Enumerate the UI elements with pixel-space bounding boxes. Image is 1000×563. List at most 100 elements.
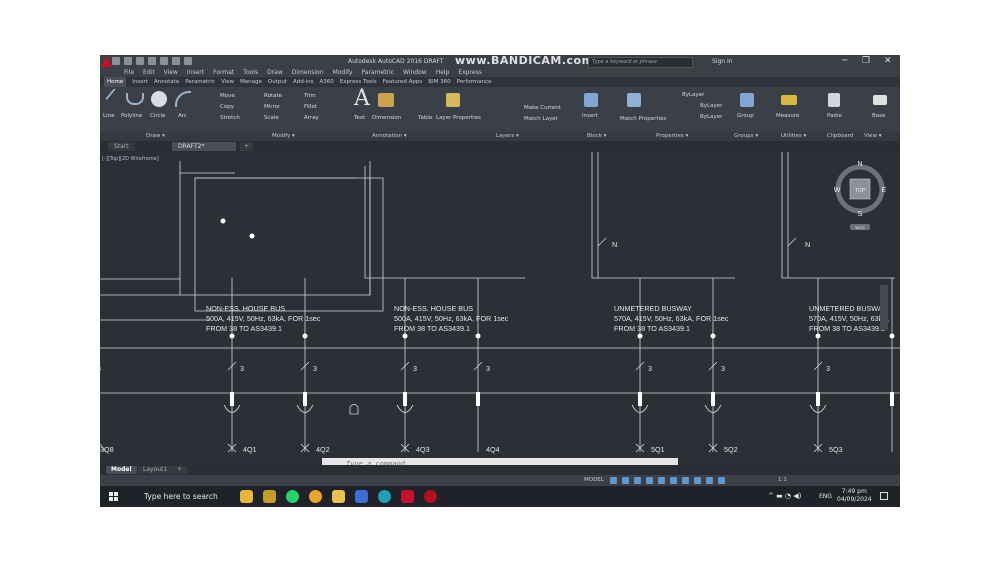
dimension-button[interactable]: Dimension [372, 115, 401, 121]
menu-view[interactable]: View [164, 68, 178, 77]
model-space-button[interactable]: MODEL [584, 475, 604, 486]
panel-utilities[interactable]: Utilities ▾ [781, 132, 806, 141]
linetype-bylayer[interactable]: ByLayer [700, 103, 722, 109]
file-explorer-icon[interactable] [332, 490, 345, 503]
move-button[interactable]: Move [220, 93, 235, 99]
autocad-icon[interactable] [401, 490, 414, 503]
drawing-canvas[interactable]: NON-ESS. HOUSE BUS 500A, 415V, 50Hz, 63k… [100, 152, 900, 465]
panel-view[interactable]: View ▾ [864, 132, 882, 141]
tab-a360[interactable]: A360 [320, 77, 334, 87]
save-icon[interactable] [136, 57, 144, 65]
tab-output[interactable]: Output [268, 77, 287, 87]
menu-help[interactable]: Help [436, 68, 450, 77]
panel-modify[interactable]: Modify ▾ [272, 132, 295, 141]
arc-button[interactable]: Arc [178, 113, 187, 119]
group-button[interactable]: Group [737, 113, 754, 119]
menu-window[interactable]: Window [403, 68, 427, 77]
whatsapp-icon[interactable] [286, 490, 299, 503]
tab-start[interactable]: Start [108, 142, 135, 151]
taskbar-clock[interactable]: 7:49 pm 04/09/2024 [837, 488, 872, 504]
tab-home[interactable]: Home [104, 77, 127, 87]
notification-icon[interactable] [880, 492, 888, 500]
text-button[interactable]: Text [354, 115, 365, 121]
otrack-icon[interactable] [670, 477, 677, 484]
paste-icon[interactable] [828, 93, 840, 107]
layer-properties-icon[interactable] [446, 93, 460, 107]
lineweight-icon[interactable] [682, 477, 689, 484]
base-view-icon[interactable] [873, 95, 887, 105]
line-button[interactable]: Line [103, 113, 114, 119]
measure-icon[interactable] [781, 95, 797, 105]
circle-button[interactable]: Circle [150, 113, 165, 119]
language-indicator[interactable]: ENG [819, 493, 832, 500]
measure-button[interactable]: Measure [776, 113, 799, 119]
snap-icon[interactable] [622, 477, 629, 484]
table-button[interactable]: Table [418, 115, 432, 121]
taskbar-search[interactable]: Type here to search [130, 489, 234, 504]
polyline-icon[interactable] [126, 93, 144, 105]
menu-format[interactable]: Format [213, 68, 234, 77]
panel-clipboard[interactable]: Clipboard [827, 132, 853, 141]
chrome-icon[interactable] [309, 490, 322, 503]
base-button[interactable]: Base [872, 113, 885, 119]
mirror-button[interactable]: Mirror [264, 104, 280, 110]
line-icon[interactable] [105, 88, 125, 108]
tab-insert[interactable]: Insert [132, 77, 148, 87]
keyword-search-input[interactable]: Type a keyword or phrase [588, 57, 693, 68]
autocad-logo-icon[interactable] [101, 56, 112, 67]
app-icon[interactable] [263, 490, 276, 503]
viewport-controls[interactable]: [-][Top][2D Wireframe] [102, 156, 159, 162]
close-icon[interactable]: ✕ [884, 56, 892, 66]
new-tab-button[interactable]: + [240, 142, 254, 151]
tab-annotate[interactable]: Annotate [154, 77, 179, 87]
maximize-icon[interactable]: ❐ [862, 56, 870, 66]
menu-modify[interactable]: Modify [333, 68, 353, 77]
panel-layers[interactable]: Layers ▾ [496, 132, 519, 141]
rotate-button[interactable]: Rotate [264, 93, 282, 99]
text-icon[interactable]: A [354, 86, 370, 111]
autoscale-icon[interactable] [718, 477, 725, 484]
redo-icon[interactable] [184, 57, 192, 65]
panel-annotation[interactable]: Annotation ▾ [372, 132, 407, 141]
trim-button[interactable]: Trim [304, 93, 316, 99]
windows-start-icon[interactable] [109, 492, 118, 501]
tab-featured-apps[interactable]: Featured Apps [383, 77, 423, 87]
panel-block[interactable]: Block ▾ [587, 132, 606, 141]
arc-icon[interactable] [175, 91, 191, 107]
add-layout-button[interactable]: + [172, 466, 188, 474]
tab-performance[interactable]: Performance [457, 77, 492, 87]
paste-button[interactable]: Paste [827, 113, 842, 119]
tab-manage[interactable]: Manage [240, 77, 262, 87]
dimension-icon[interactable] [378, 93, 394, 107]
minimize-icon[interactable]: ─ [842, 56, 847, 66]
panel-properties[interactable]: Properties ▾ [656, 132, 688, 141]
match-layer-button[interactable]: Match Layer [524, 116, 558, 122]
sign-in-button[interactable]: Sign In [712, 58, 733, 65]
array-button[interactable]: Array [304, 115, 319, 121]
tab-draft2[interactable]: DRAFT2* [172, 142, 236, 151]
grid-icon[interactable] [610, 477, 617, 484]
polyline-button[interactable]: Polyline [121, 113, 142, 119]
menu-edit[interactable]: Edit [143, 68, 155, 77]
print-icon[interactable] [160, 57, 168, 65]
save-as-icon[interactable] [148, 57, 156, 65]
copy-button[interactable]: Copy [220, 104, 234, 110]
bandicam-icon[interactable] [424, 490, 437, 503]
menu-dimension[interactable]: Dimension [292, 68, 324, 77]
tab-add-ins[interactable]: Add-ins [293, 77, 314, 87]
insert-block-icon[interactable] [584, 93, 598, 107]
navigation-bar[interactable] [880, 285, 888, 330]
osnap-icon[interactable] [658, 477, 665, 484]
tab-bim-360[interactable]: BIM 360 [428, 77, 450, 87]
tab-model[interactable]: Model [106, 466, 137, 474]
menu-parametric[interactable]: Parametric [362, 68, 395, 77]
menu-tools[interactable]: Tools [243, 68, 258, 77]
insert-button[interactable]: Insert [582, 113, 598, 119]
lineweight-bylayer[interactable]: ByLayer [700, 114, 722, 120]
edge-icon[interactable] [378, 490, 391, 503]
menu-express[interactable]: Express [458, 68, 481, 77]
panel-draw[interactable]: Draw ▾ [146, 132, 165, 141]
undo-icon[interactable] [172, 57, 180, 65]
match-properties-button[interactable]: Match Properties [620, 116, 666, 122]
stretch-button[interactable]: Stretch [220, 115, 240, 121]
